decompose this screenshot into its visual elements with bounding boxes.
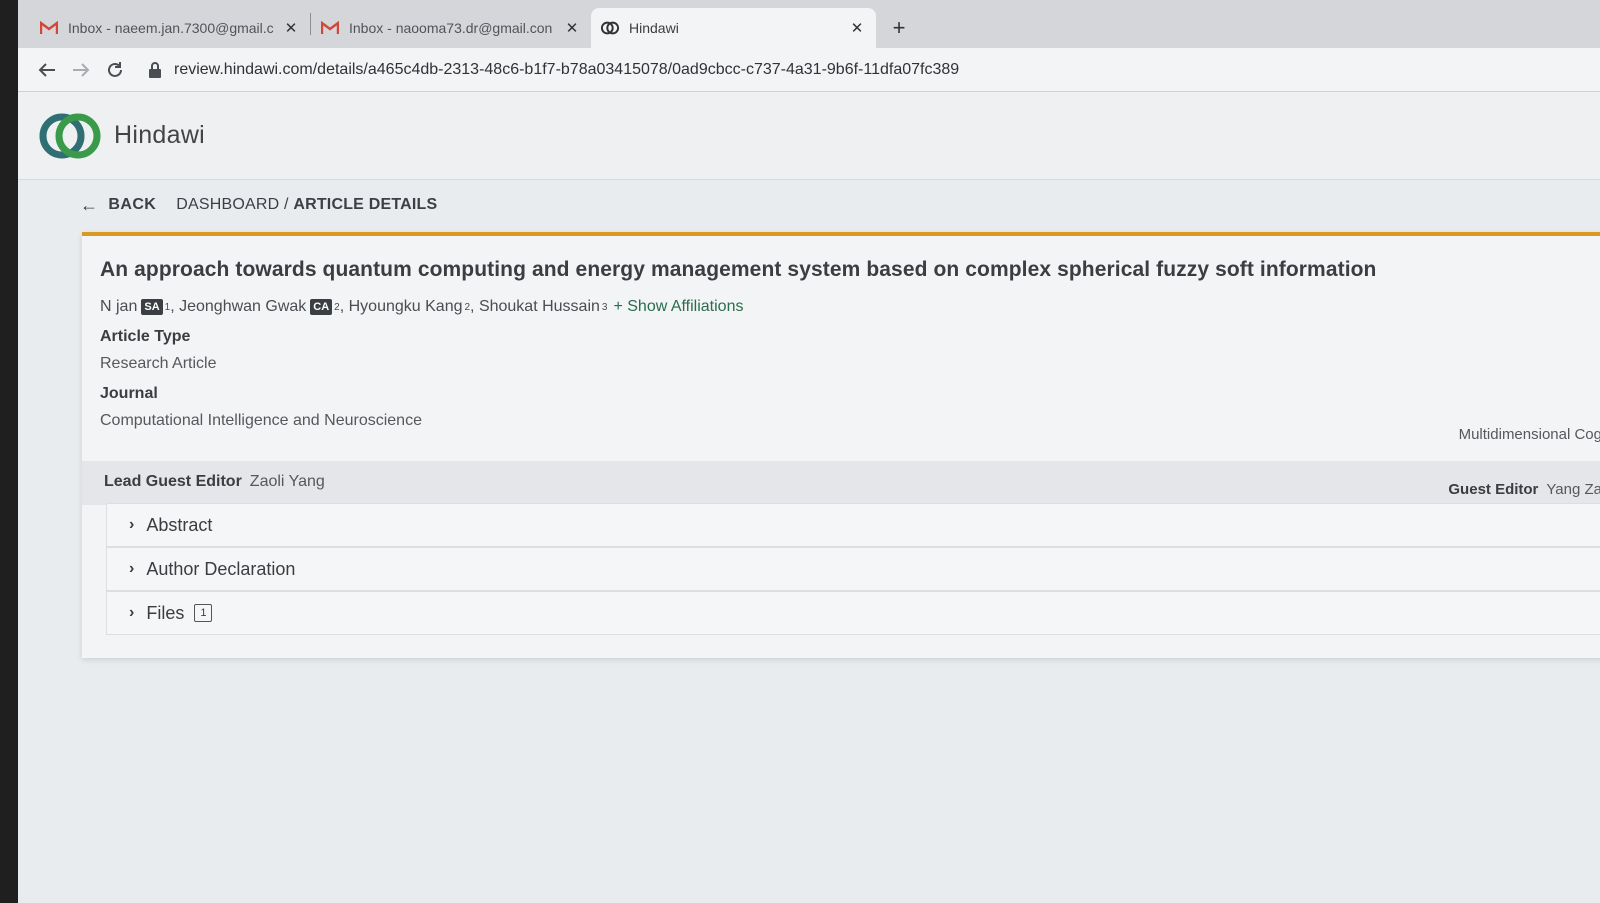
article-details-card: An approach towards quantum computing an… [82,232,1600,658]
brand-name: Hindawi [114,121,206,149]
app-header: Hindawi [18,92,1600,180]
tab-hindawi[interactable]: Hindawi ✕ [591,8,876,48]
forward-arrow-icon[interactable] [64,53,98,87]
chevron-right-icon: › [129,516,135,533]
tab-gmail-2[interactable]: Inbox - naooma73.dr@gmail.con ✕ [311,8,591,48]
files-section-toggle[interactable]: › Files 1 [106,591,1600,635]
gmail-icon [321,21,339,35]
guest-editor-name: Yang Za [1546,481,1600,498]
tab-gmail-1[interactable]: Inbox - naeem.jan.7300@gmail.c ✕ [30,8,310,48]
author-name: Hyoungku Kang [348,298,463,315]
submitting-author-badge: SA [141,299,163,315]
article-title: An approach towards quantum computing an… [100,258,1377,281]
browser-window: Inbox - naeem.jan.7300@gmail.c ✕ Inbox -… [18,0,1600,903]
back-arrow-icon[interactable] [30,53,64,87]
back-button[interactable]: ← BACK [80,195,156,216]
new-tab-button[interactable]: + [882,8,916,48]
author-name: Shoukat Hussain [478,298,600,315]
show-affiliations-link[interactable]: + Show Affiliations [613,298,743,316]
section-label: Abstract [146,514,213,535]
chevron-right-icon: › [129,604,135,621]
lock-icon [149,61,161,78]
close-tab-icon[interactable]: ✕ [282,19,300,37]
lead-guest-editor: Lead Guest Editor Zaoli Yang [104,473,325,491]
guest-editor-label: Guest Editor [1448,481,1539,498]
corresponding-author-badge: CA [310,299,333,315]
editors-bar: Lead Guest Editor Zaoli Yang Guest Editor… [82,461,1600,505]
abstract-section-toggle[interactable]: › Abstract [106,503,1600,547]
files-count-badge: 1 [194,604,213,622]
author-declaration-section-toggle[interactable]: › Author Declaration [106,547,1600,591]
gmail-icon [40,21,58,35]
tab-title: Inbox - naooma73.dr@gmail.con [349,20,553,36]
arrow-left-icon: ← [80,194,99,215]
author-name: Jeonghwan Gwak [179,298,307,315]
journal-value: Computational Intelligence and Neuroscie… [100,412,422,429]
section-label: Files [146,602,185,623]
lead-guest-editor-name: Zaoli Yang [249,473,325,490]
guest-editor: Guest Editor Yang Za [1448,481,1600,498]
special-issue-title: Multidimensional Cog [1458,426,1600,443]
separator: , [470,298,479,315]
close-tab-icon[interactable]: ✕ [848,19,866,37]
author-list: N jan SA 1 , Jeonghwan Gwak CA 2 , Hyoun… [100,298,743,316]
breadcrumb-current: ARTICLE DETAILS [293,196,438,213]
separator: , [170,298,180,315]
separator: , [339,298,349,315]
affiliation-number: 3 [601,301,608,313]
breadcrumb-path: DASHBOARD / ARTICLE DETAILS [176,196,437,214]
address-bar[interactable]: review.hindawi.com/details/a465c4db-2313… [148,53,1600,87]
reload-icon[interactable] [98,53,132,87]
back-label: BACK [108,196,157,213]
browser-toolbar: review.hindawi.com/details/a465c4db-2313… [18,48,1600,92]
section-label: Author Declaration [146,558,296,579]
lead-guest-editor-label: Lead Guest Editor [104,473,242,490]
tab-title: Hindawi [629,20,679,36]
tab-title: Inbox - naeem.jan.7300@gmail.c [68,20,274,36]
hindawi-icon [601,21,619,35]
url-text: review.hindawi.com/details/a465c4db-2313… [174,60,960,78]
breadcrumb: ← BACK DASHBOARD / ARTICLE DETAILS [18,180,1600,230]
close-tab-icon[interactable]: ✕ [563,19,581,37]
article-type-value: Research Article [100,355,217,372]
author-name: N jan [100,298,138,315]
chevron-right-icon: › [129,560,135,577]
journal-label: Journal [100,385,158,402]
tab-strip: Inbox - naeem.jan.7300@gmail.c ✕ Inbox -… [18,0,1600,48]
hindawi-logo-icon[interactable] [38,110,102,162]
article-type-label: Article Type [100,328,191,345]
breadcrumb-dashboard[interactable]: DASHBOARD / [176,196,293,213]
